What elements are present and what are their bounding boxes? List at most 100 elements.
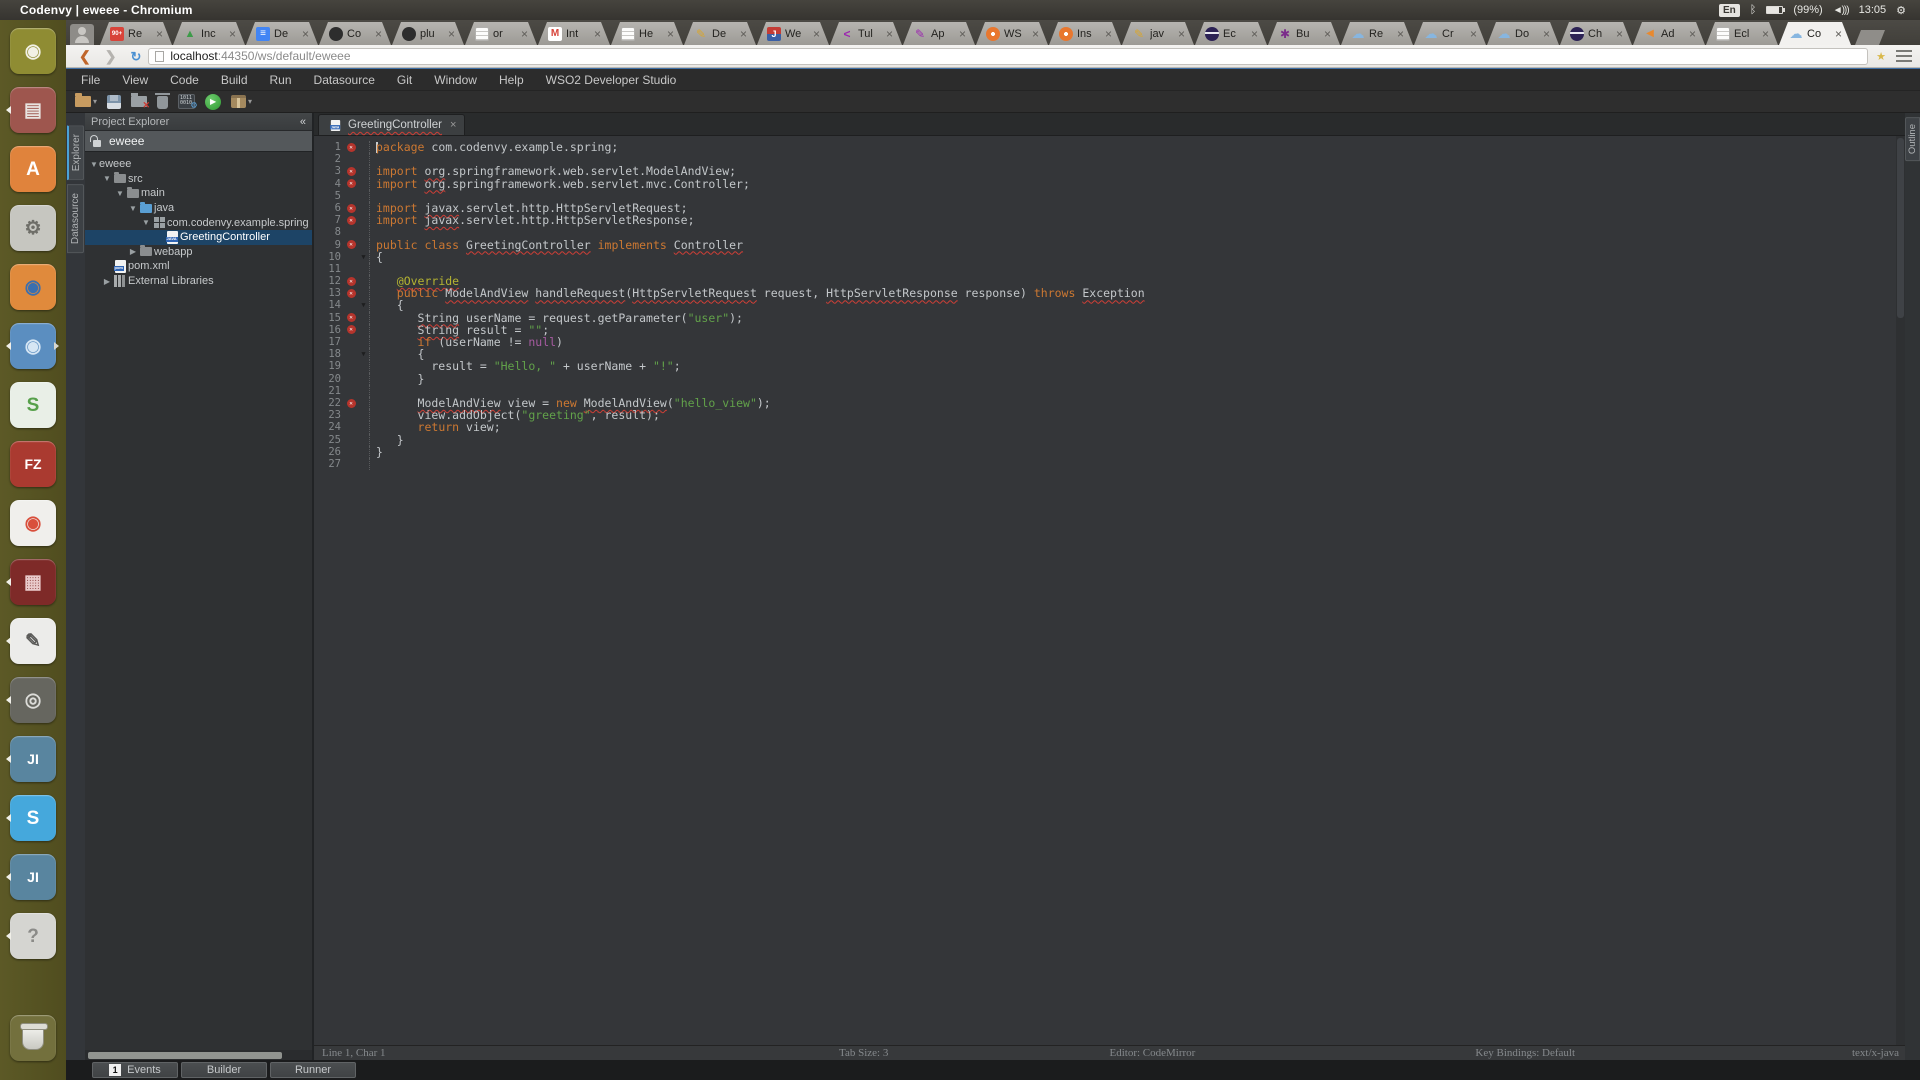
launcher-item-terminator[interactable]: ▦ <box>8 557 58 607</box>
error-marker-icon[interactable]: ✕ <box>347 399 356 408</box>
menu-file[interactable]: File <box>70 73 111 87</box>
launcher-item-system-settings[interactable]: ⚙ <box>8 203 58 253</box>
launcher-item-software-center[interactable]: A <box>8 144 58 194</box>
save-button[interactable] <box>107 92 121 111</box>
launcher-item-trash[interactable] <box>8 1013 58 1063</box>
tab-close-icon[interactable]: × <box>1835 28 1842 40</box>
browser-tab-ecl-22[interactable]: Ecl× <box>1706 22 1778 45</box>
error-marker-icon[interactable]: ✕ <box>347 313 356 322</box>
tab-close-icon[interactable]: × <box>156 28 163 40</box>
tab-close-icon[interactable]: × <box>375 28 382 40</box>
browser-tab-int-6[interactable]: MInt× <box>538 22 610 45</box>
launcher-item-chrome-browser[interactable]: ◉ <box>8 498 58 548</box>
tree-expander-icon[interactable]: ▼ <box>141 218 151 227</box>
browser-tab-bu-16[interactable]: ✱Bu× <box>1268 22 1340 45</box>
browser-tab-jav-14[interactable]: ✎jav× <box>1122 22 1194 45</box>
side-tab-outline[interactable]: Outline <box>1905 117 1920 161</box>
error-marker-icon[interactable]: ✕ <box>347 289 356 298</box>
menu-run[interactable]: Run <box>259 73 303 87</box>
editor-tab-greetingcontroller[interactable]: GreetingController × <box>318 114 465 135</box>
launcher-item-smplayer[interactable]: ◎ <box>8 675 58 725</box>
menu-git[interactable]: Git <box>386 73 423 87</box>
menu-wso2-developer-studio[interactable]: WSO2 Developer Studio <box>535 73 688 87</box>
browser-tab-co-23[interactable]: ☁Co× <box>1779 22 1851 45</box>
error-marker-icon[interactable]: ✕ <box>347 216 356 225</box>
tree-item-com-codenvy-example-spring[interactable]: ▼com.codenvy.example.spring <box>85 215 312 230</box>
tab-close-icon[interactable]: × <box>448 28 455 40</box>
launcher-item-filezilla[interactable]: FZ <box>8 439 58 489</box>
delete-button[interactable] <box>157 92 168 111</box>
browser-tab-ec-15[interactable]: Ec× <box>1195 22 1267 45</box>
browser-tab-inc-1[interactable]: ▲Inc× <box>173 22 245 45</box>
browser-tab-ch-20[interactable]: Ch× <box>1560 22 1632 45</box>
url-bar[interactable]: localhost :44350/ws/default/eweee <box>148 48 1868 65</box>
tree-expander-icon[interactable]: ▶ <box>102 277 112 286</box>
tree-expander-icon[interactable]: ▼ <box>102 174 112 183</box>
tree-item-external-libraries[interactable]: ▶External Libraries <box>85 274 312 289</box>
tab-close-icon[interactable]: × <box>1616 28 1623 40</box>
extension-key-icon[interactable]: ★ <box>1876 50 1886 63</box>
scrollbar-thumb[interactable] <box>88 1052 282 1059</box>
profile-avatar-button[interactable] <box>70 24 94 45</box>
tab-close-icon[interactable]: × <box>1324 28 1331 40</box>
menu-datasource[interactable]: Datasource <box>303 73 386 87</box>
tab-close-icon[interactable]: × <box>1105 28 1112 40</box>
launcher-item-green-s-app[interactable]: S <box>8 380 58 430</box>
side-tab-explorer[interactable]: Explorer <box>67 125 84 180</box>
tab-close-icon[interactable]: × <box>1543 28 1550 40</box>
bluetooth-icon[interactable]: ᛒ <box>1750 4 1757 16</box>
menu-help[interactable]: Help <box>488 73 535 87</box>
dropdown-arrow-icon[interactable]: ▾ <box>248 97 252 106</box>
tab-close-icon[interactable]: × <box>1251 28 1258 40</box>
tab-close-icon[interactable]: × <box>450 119 456 131</box>
tree-item-src[interactable]: ▼src <box>85 172 312 187</box>
error-marker-icon[interactable]: ✕ <box>347 167 356 176</box>
fold-arrow-icon[interactable]: ▼ <box>358 251 370 263</box>
launcher-item-text-editor[interactable]: ✎ <box>8 616 58 666</box>
browser-tab-ad-21[interactable]: ◀Ad× <box>1633 22 1705 45</box>
menu-view[interactable]: View <box>111 73 159 87</box>
launcher-item-file-manager[interactable]: ▤ <box>8 85 58 135</box>
tree-expander-icon[interactable]: ▼ <box>89 160 99 169</box>
tree-expander-icon[interactable]: ▼ <box>128 204 138 213</box>
error-marker-icon[interactable]: ✕ <box>347 179 356 188</box>
fold-arrow-icon[interactable]: ▼ <box>358 299 370 311</box>
tab-close-icon[interactable]: × <box>1470 28 1477 40</box>
tab-close-icon[interactable]: × <box>667 28 674 40</box>
open-project-button[interactable]: ▾ <box>75 92 97 111</box>
browser-tab-re-17[interactable]: ☁Re× <box>1341 22 1413 45</box>
tree-item-java[interactable]: ▼java <box>85 201 312 216</box>
browser-tab-ins-13[interactable]: Ins× <box>1049 22 1121 45</box>
bottom-tab-runner[interactable]: Runner <box>270 1062 356 1078</box>
project-tree[interactable]: ▼eweee▼src▼main▼java▼com.codenvy.example… <box>85 152 312 1050</box>
new-tab-button[interactable] <box>1855 30 1885 45</box>
launcher-item-intellij-idea[interactable]: JI <box>8 734 58 784</box>
tab-close-icon[interactable]: × <box>594 28 601 40</box>
bottom-tab-events[interactable]: 1Events <box>92 1062 178 1078</box>
browser-tab-ws-12[interactable]: WS× <box>976 22 1048 45</box>
launcher-item-skype[interactable]: S <box>8 793 58 843</box>
browser-tab-plu-4[interactable]: plu× <box>392 22 464 45</box>
reload-button[interactable]: ↻ <box>130 50 141 63</box>
browser-tab-he-7[interactable]: He× <box>611 22 683 45</box>
keyboard-layout-indicator[interactable]: En <box>1719 4 1740 17</box>
battery-icon[interactable] <box>1766 6 1783 14</box>
browser-tab-tul-10[interactable]: <Tul× <box>830 22 902 45</box>
tree-expander-icon[interactable]: ▼ <box>115 189 125 198</box>
tab-close-icon[interactable]: × <box>959 28 966 40</box>
tab-close-icon[interactable]: × <box>302 28 309 40</box>
close-project-button[interactable] <box>131 92 147 111</box>
tab-close-icon[interactable]: × <box>1397 28 1404 40</box>
tab-close-icon[interactable]: × <box>740 28 747 40</box>
launcher-item-help-unknown[interactable]: ? <box>8 911 58 961</box>
browser-tab-do-19[interactable]: ☁Do× <box>1487 22 1559 45</box>
browser-menu-icon[interactable] <box>1896 50 1912 62</box>
build-button[interactable]: 1011 0010 <box>178 92 195 111</box>
error-marker-icon[interactable]: ✕ <box>347 277 356 286</box>
menu-code[interactable]: Code <box>159 73 210 87</box>
browser-tab-or-5[interactable]: or× <box>465 22 537 45</box>
tree-item-pom-xml[interactable]: pom.xml <box>85 259 312 274</box>
clock[interactable]: 13:05 <box>1859 4 1887 16</box>
tree-item-webapp[interactable]: ▶webapp <box>85 245 312 260</box>
browser-tab-de-2[interactable]: ≡De× <box>246 22 318 45</box>
